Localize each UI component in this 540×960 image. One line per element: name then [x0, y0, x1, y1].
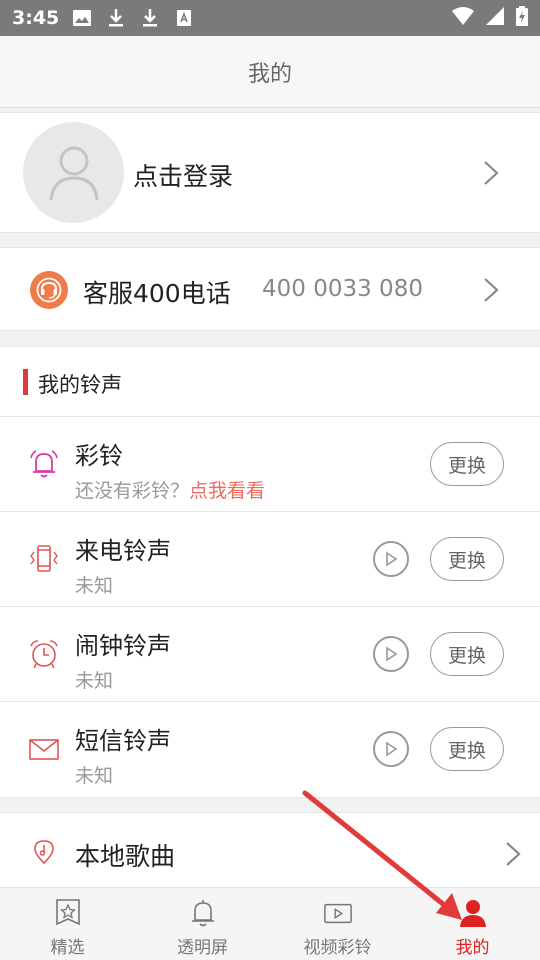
image-notification-icon	[73, 9, 92, 27]
change-button[interactable]: 更换	[430, 537, 504, 581]
tab-label: 我的	[455, 938, 490, 958]
login-label: 点击登录	[133, 162, 234, 191]
status-time: 3:45	[12, 7, 60, 29]
ringtone-row-color-ring[interactable]: 彩铃 还没有彩铃？点我看看 更换	[0, 417, 540, 512]
local-songs-row[interactable]: 本地歌曲	[0, 812, 540, 892]
alarm-clock-icon	[27, 637, 61, 671]
download-notification-icon	[141, 9, 159, 27]
person-icon	[458, 898, 488, 928]
music-pin-icon	[34, 840, 54, 864]
avatar[interactable]	[23, 122, 124, 223]
play-icon	[386, 646, 398, 662]
section-accent-bar	[23, 369, 28, 395]
local-songs-label: 本地歌曲	[75, 842, 176, 871]
headset-icon	[30, 271, 68, 309]
tab-label: 视频彩铃	[303, 938, 372, 958]
person-placeholder-icon	[49, 146, 98, 200]
star-bookmark-icon	[53, 898, 83, 928]
login-row[interactable]: 点击登录	[0, 112, 540, 233]
service-hotline-row[interactable]: 客服400电话 400 0033 080	[0, 247, 540, 331]
page-header: 我的	[0, 36, 540, 108]
change-button[interactable]: 更换	[430, 727, 504, 771]
play-button[interactable]	[373, 731, 409, 767]
ringtone-subtitle: 未知	[75, 575, 114, 597]
ringtone-row-sms[interactable]: 短信铃声 未知 更换	[0, 702, 540, 797]
envelope-icon	[27, 732, 61, 766]
text-notification-icon	[175, 9, 193, 27]
tab-mine[interactable]: 我的	[405, 888, 540, 960]
phone-vibrate-icon	[27, 542, 61, 576]
service-number: 400 0033 080	[262, 276, 423, 302]
ringtone-row-incoming-call[interactable]: 来电铃声 未知 更换	[0, 512, 540, 607]
ringtone-subtitle: 未知	[75, 765, 114, 787]
tab-video-ringtone[interactable]: 视频彩铃	[270, 888, 405, 960]
ringtone-subtitle-text: 还没有彩铃？	[75, 480, 190, 502]
page-title: 我的	[247, 61, 292, 87]
view-color-ring-link[interactable]: 点我看看	[189, 480, 265, 502]
download-notification-icon	[107, 9, 125, 27]
section-title: 我的铃声	[38, 373, 122, 397]
wifi-icon	[452, 7, 474, 29]
video-icon	[323, 898, 353, 928]
change-button[interactable]: 更换	[430, 632, 504, 676]
my-ringtones-section: 我的铃声 彩铃 还没有彩铃？点我看看 更换 来电铃声 未知 更换 闹钟铃声 未知…	[0, 346, 540, 798]
tab-featured[interactable]: 精选	[0, 888, 135, 960]
tab-label: 精选	[50, 938, 85, 958]
ringtone-title: 彩铃	[75, 442, 123, 470]
section-header: 我的铃声	[0, 347, 540, 417]
ringtone-title: 闹钟铃声	[75, 632, 171, 660]
ringtone-row-alarm[interactable]: 闹钟铃声 未知 更换	[0, 607, 540, 702]
bell-icon	[27, 447, 61, 481]
play-icon	[386, 551, 398, 567]
service-label: 客服400电话	[83, 279, 231, 308]
chevron-right-icon	[484, 161, 499, 185]
ringtone-title: 短信铃声	[75, 727, 171, 755]
status-bar: 3:45	[0, 0, 540, 36]
chevron-right-icon	[506, 842, 521, 866]
signal-icon	[486, 7, 504, 29]
chevron-right-icon	[484, 278, 499, 302]
ringtone-subtitle: 未知	[75, 670, 114, 692]
tab-label: 透明屏	[177, 938, 228, 958]
play-icon	[386, 741, 398, 757]
ringtone-title: 来电铃声	[75, 537, 171, 565]
play-button[interactable]	[373, 636, 409, 672]
battery-icon	[516, 6, 528, 30]
ringtone-subtitle: 还没有彩铃？点我看看	[75, 476, 265, 503]
change-button[interactable]: 更换	[430, 442, 504, 486]
tab-transparent-screen[interactable]: 透明屏	[135, 888, 270, 960]
bottom-tab-bar: 精选 透明屏 视频彩铃 我的	[0, 887, 540, 960]
play-button[interactable]	[373, 541, 409, 577]
bell-outline-icon	[188, 898, 218, 928]
